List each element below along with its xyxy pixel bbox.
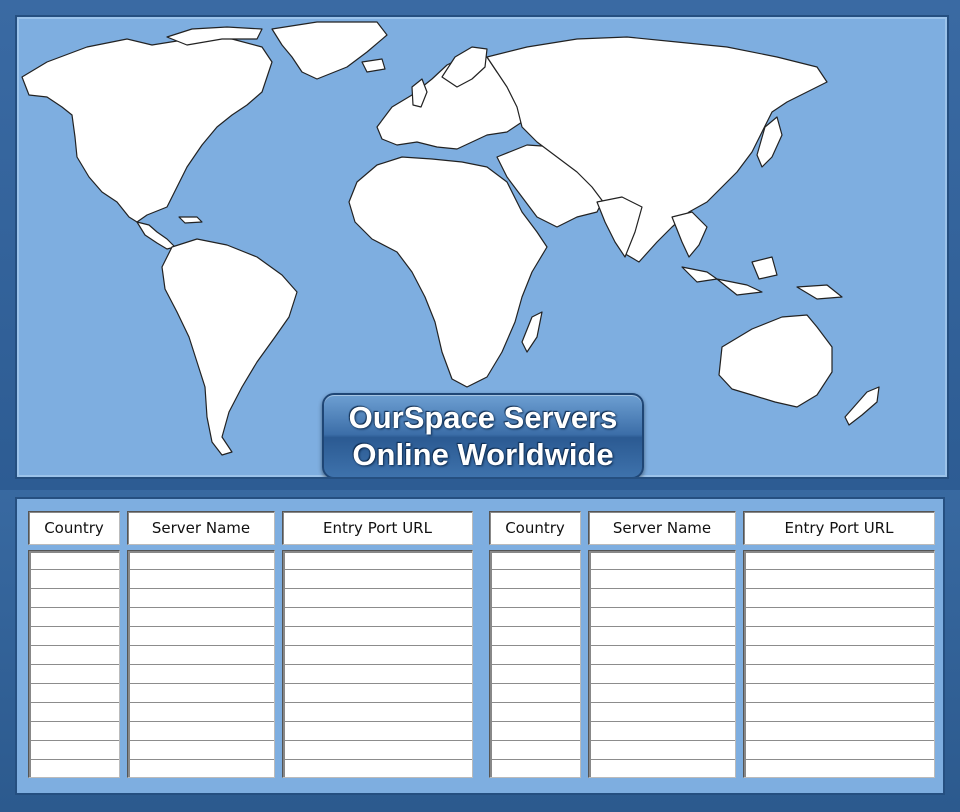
indonesia-shape [681, 256, 843, 300]
madagascar-shape [521, 311, 543, 353]
right-country-header[interactable]: Country [489, 511, 581, 545]
left-entry-port-list[interactable] [282, 550, 473, 778]
left-entry-port-header[interactable]: Entry Port URL [282, 511, 473, 545]
southeast-asia-shape [671, 211, 708, 258]
right-entry-port-header[interactable]: Entry Port URL [743, 511, 935, 545]
left-entry-port-column: Entry Port URL [282, 511, 473, 778]
right-server-name-list[interactable] [588, 550, 736, 778]
server-tables-panel: Country Server Name Entry Port URL Count… [15, 497, 945, 795]
right-entry-port-list[interactable] [743, 550, 935, 778]
map-title-line2: Online Worldwide [352, 437, 614, 472]
right-country-list[interactable] [489, 550, 581, 778]
left-country-header[interactable]: Country [28, 511, 120, 545]
left-server-name-column: Server Name [127, 511, 275, 778]
iceland-shape [361, 58, 386, 73]
left-country-list[interactable] [28, 550, 120, 778]
left-country-column: Country [28, 511, 120, 778]
south-america-shape [161, 238, 298, 456]
left-server-name-list[interactable] [127, 550, 275, 778]
north-america-shape [21, 36, 273, 223]
new-zealand-shape [844, 386, 880, 426]
left-server-name-header[interactable]: Server Name [127, 511, 275, 545]
australia-shape [718, 314, 833, 408]
right-server-name-header[interactable]: Server Name [588, 511, 736, 545]
map-title-badge: OurSpace Servers Online Worldwide [322, 393, 644, 477]
caribbean-shape [178, 216, 203, 224]
right-entry-port-column: Entry Port URL [743, 511, 935, 778]
central-america-shape [136, 221, 176, 250]
right-country-column: Country [489, 511, 581, 778]
right-server-name-column: Server Name [588, 511, 736, 778]
map-title-line1: OurSpace Servers [348, 400, 618, 435]
world-map: OurSpace Servers Online Worldwide [15, 15, 949, 479]
